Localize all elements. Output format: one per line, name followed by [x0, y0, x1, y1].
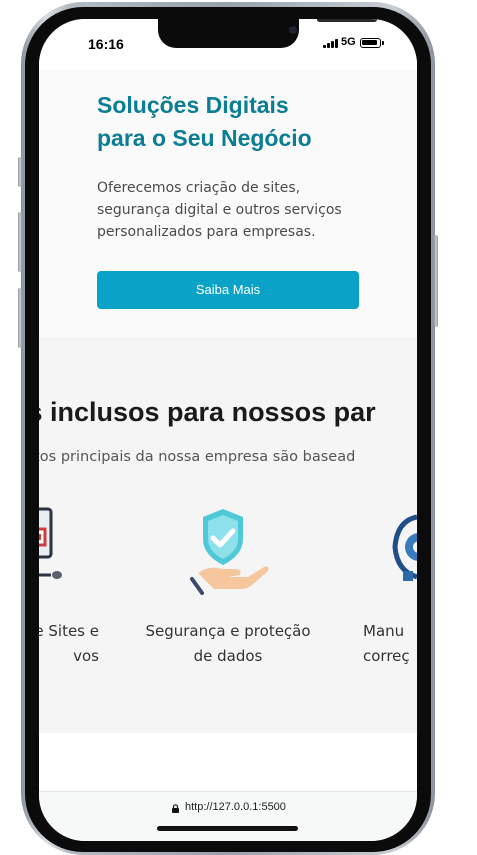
url-text: http://127.0.0.1:5500: [185, 801, 286, 813]
home-indicator[interactable]: [157, 826, 298, 831]
hero-title: Soluções Digitais para o Seu Negócio: [97, 89, 367, 155]
front-camera: [289, 26, 297, 34]
hero-title-line1: Soluções Digitais: [97, 92, 289, 118]
shield-hand-icon: [188, 509, 270, 595]
hero-description: Oferecemos criação de sites, segurança d…: [97, 180, 342, 240]
service-card-label-3: Manu correç: [363, 622, 410, 665]
saiba-mais-button[interactable]: Saiba Mais: [97, 271, 359, 309]
computer-icon: [39, 507, 69, 587]
services-section: os inclusos para nossos par amentos prin…: [39, 337, 417, 733]
power-button: [434, 235, 438, 327]
lock-icon: [172, 804, 179, 813]
network-type: 5G: [341, 36, 356, 48]
status-time: 16:16: [88, 36, 124, 52]
phone-screen: Soluções Digitais para o Seu Negócio Ofe…: [39, 19, 417, 841]
signal-bars-icon: [323, 39, 339, 48]
volume-down-button: [18, 288, 22, 348]
volume-up-button: [18, 212, 22, 272]
browser-url-bar[interactable]: http://127.0.0.1:5500: [39, 791, 417, 841]
service-card-label-2: Segurança e proteção de dados: [145, 622, 311, 665]
hero-section: Soluções Digitais para o Seu Negócio Ofe…: [39, 69, 417, 337]
page-footer-area: [39, 733, 417, 795]
battery-icon: [360, 38, 384, 48]
notch: [158, 19, 377, 48]
services-subtitle: amentos principais da nossa empresa são …: [39, 449, 356, 465]
mute-switch: [18, 157, 22, 187]
maintenance-gear-icon: [391, 511, 417, 591]
services-title: os inclusos para nossos par: [39, 397, 376, 427]
status-bar: 16:16 5G: [39, 19, 417, 69]
speaker-grille: [317, 19, 377, 22]
hero-title-line2: para o Seu Negócio: [97, 125, 312, 151]
service-card-label-1: e Sites e vos: [39, 622, 99, 665]
